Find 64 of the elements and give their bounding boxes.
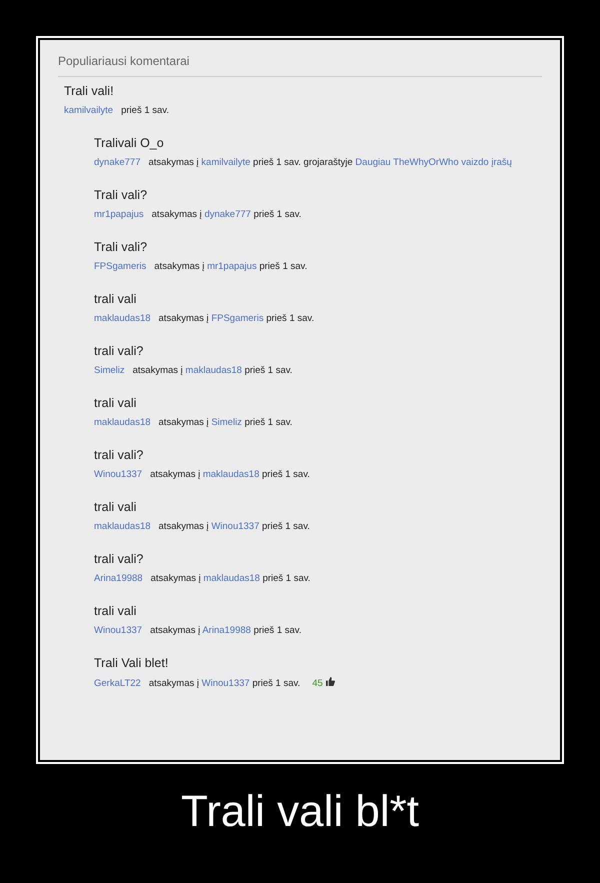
- comment-text: trali vali?: [94, 551, 144, 567]
- comment-text: Trali vali?: [94, 239, 148, 255]
- comment-time: prieš 1 sav.: [244, 417, 292, 428]
- reply-to-link[interactable]: dynake777: [204, 209, 251, 220]
- playlist-link[interactable]: Daugiau TheWhyOrWho vaizdo įrašų: [355, 157, 512, 168]
- reply-to-link[interactable]: Arina19988: [202, 625, 251, 636]
- reply-label: atsakymas į: [158, 417, 209, 428]
- comment-text: trali vali: [94, 291, 138, 307]
- comment-time: prieš 1 sav.: [262, 469, 310, 480]
- reply-to-link[interactable]: Winou1337: [202, 678, 250, 689]
- author-link[interactable]: dynake777: [94, 157, 140, 168]
- comment-text: trali vali: [94, 395, 138, 411]
- thumbs-up-icon[interactable]: [326, 677, 335, 686]
- comment-text: trali vali: [94, 499, 138, 515]
- comment-text: Tralivali O_o: [94, 135, 165, 151]
- reply-label: atsakymas į: [150, 573, 201, 584]
- comment-time: prieš 1 sav.: [266, 313, 314, 324]
- reply-label: atsakymas į: [148, 678, 199, 689]
- author-link[interactable]: Winou1337: [94, 625, 142, 636]
- author-link[interactable]: mr1papajus: [94, 209, 144, 220]
- comment-time: prieš 1 sav.: [121, 105, 169, 116]
- comment-text: Trali Vali blet!: [94, 655, 170, 671]
- author-link[interactable]: Arina19988: [94, 573, 143, 584]
- comment-time: prieš 1 sav.: [252, 678, 300, 689]
- reply-label: atsakymas į: [150, 625, 200, 636]
- reply-to-link[interactable]: maklaudas18: [185, 365, 242, 376]
- author-link[interactable]: maklaudas18: [94, 313, 151, 324]
- reply-to-link[interactable]: Simeliz: [211, 417, 242, 428]
- reply-label: atsakymas į: [150, 469, 200, 480]
- comment-time: prieš 1 sav.: [254, 209, 302, 220]
- reply-label: atsakymas į: [158, 521, 209, 532]
- comment-text: trali vali?: [94, 447, 144, 463]
- reply-label: atsakymas į: [148, 157, 199, 168]
- author-link[interactable]: maklaudas18: [94, 417, 151, 428]
- author-link[interactable]: kamilvailyte: [64, 105, 114, 116]
- comment-time: prieš 1 sav.: [262, 521, 310, 532]
- reply-label: atsakymas į: [132, 365, 183, 376]
- reply-to-link[interactable]: FPSgameris: [211, 313, 264, 324]
- comment-text: trali vali?: [94, 343, 144, 359]
- reply-to-link[interactable]: maklaudas18: [202, 469, 260, 480]
- section-title: Populiariausi komentarai: [58, 53, 190, 70]
- reply-to-link[interactable]: mr1papajus: [207, 261, 257, 272]
- reply-to-link[interactable]: kamilvailyte: [201, 157, 250, 168]
- comment-time: prieš 1 sav.: [259, 261, 308, 272]
- reply-to-link[interactable]: Winou1337: [211, 521, 260, 532]
- reply-label: atsakymas į: [154, 261, 204, 272]
- like-count: 45: [312, 678, 323, 689]
- poster-caption: Trali vali bl*t: [181, 790, 419, 834]
- reply-label: atsakymas į: [158, 313, 209, 324]
- author-link[interactable]: Simeliz: [94, 365, 125, 376]
- author-link[interactable]: maklaudas18: [94, 521, 151, 532]
- comment-time: prieš 1 sav.: [262, 573, 310, 584]
- reply-label: atsakymas į: [152, 209, 202, 220]
- comment-time: prieš 1 sav.: [244, 365, 292, 376]
- playlist-label: grojaraštyje: [304, 157, 353, 168]
- comment-time: prieš 1 sav.: [254, 625, 302, 636]
- author-link[interactable]: Winou1337: [94, 469, 142, 480]
- reply-to-link[interactable]: maklaudas18: [203, 573, 260, 584]
- author-link[interactable]: FPSgameris: [94, 261, 146, 272]
- comment-text: Trali vali!: [64, 83, 115, 99]
- author-link[interactable]: GerkaLT22: [94, 678, 141, 689]
- comment-text: trali vali: [94, 603, 138, 619]
- comment-time: prieš 1 sav.: [253, 157, 301, 168]
- comment-text: Trali vali?: [94, 187, 148, 203]
